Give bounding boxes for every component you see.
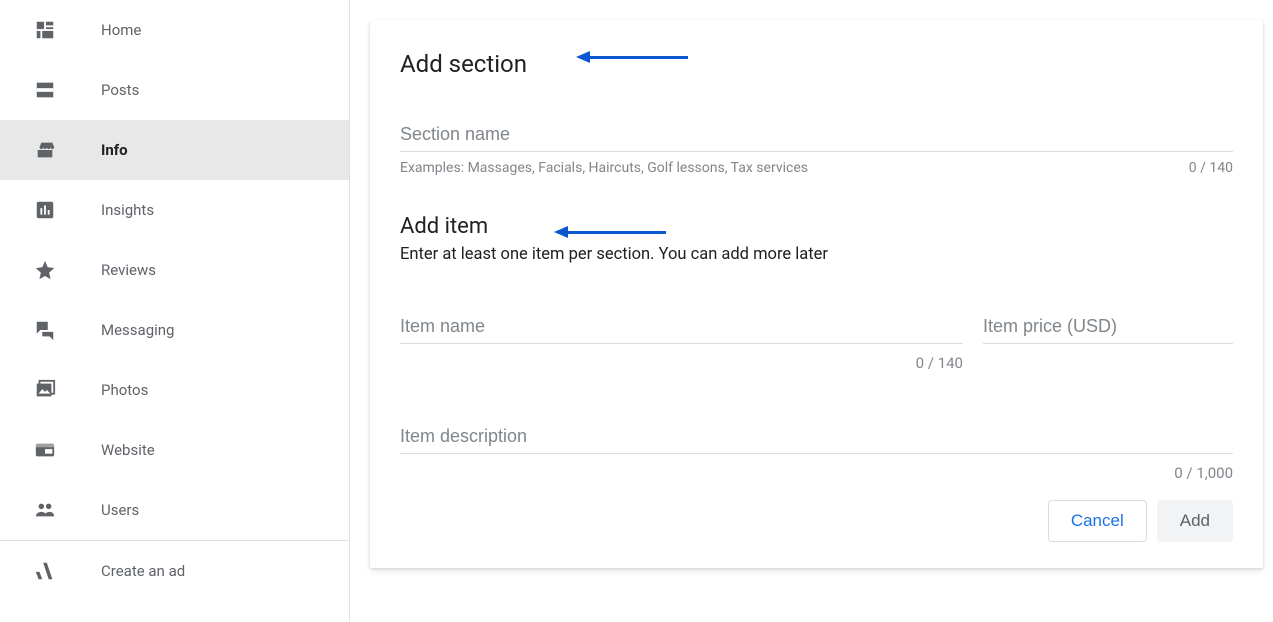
sidebar-item-photos[interactable]: Photos bbox=[0, 360, 349, 420]
sidebar-item-label: Messaging bbox=[101, 321, 174, 339]
dashboard-icon bbox=[33, 18, 57, 42]
sidebar-item-home[interactable]: Home bbox=[0, 0, 349, 60]
sidebar-item-label: Posts bbox=[101, 81, 139, 99]
storefront-icon bbox=[33, 138, 57, 162]
add-button[interactable]: Add bbox=[1157, 500, 1233, 542]
section-name-counter: 0 / 140 bbox=[1189, 160, 1233, 176]
item-description-field bbox=[400, 420, 1233, 454]
sidebar-item-info[interactable]: Info bbox=[0, 120, 349, 180]
add-item-title: Add item bbox=[400, 214, 1233, 239]
item-price-field bbox=[983, 310, 1233, 344]
sidebar-item-users[interactable]: Users bbox=[0, 480, 349, 540]
item-name-input[interactable] bbox=[400, 310, 963, 344]
sidebar-item-label: Users bbox=[101, 501, 139, 519]
section-name-input[interactable] bbox=[400, 118, 1233, 152]
sidebar-item-label: Reviews bbox=[101, 261, 156, 279]
sidebar-item-posts[interactable]: Posts bbox=[0, 60, 349, 120]
ad-icon bbox=[33, 559, 57, 583]
add-section-dialog: Add section Examples: Massages, Facials,… bbox=[370, 20, 1263, 568]
chart-icon bbox=[33, 198, 57, 222]
website-icon bbox=[33, 438, 57, 462]
star-icon bbox=[33, 258, 57, 282]
sidebar-item-insights[interactable]: Insights bbox=[0, 180, 349, 240]
cancel-button[interactable]: Cancel bbox=[1048, 500, 1147, 542]
sidebar-item-create-ad[interactable]: Create an ad bbox=[0, 541, 349, 601]
item-name-field bbox=[400, 310, 963, 344]
section-name-examples: Examples: Massages, Facials, Haircuts, G… bbox=[400, 160, 808, 176]
sidebar-item-label: Photos bbox=[101, 381, 148, 399]
section-name-field bbox=[400, 118, 1233, 152]
sidebar-item-label: Insights bbox=[101, 201, 154, 219]
sidebar-item-label: Create an ad bbox=[101, 562, 185, 580]
sidebar-item-reviews[interactable]: Reviews bbox=[0, 240, 349, 300]
sidebar: Home Posts Info Insights Reviews Messagi… bbox=[0, 0, 350, 622]
posts-icon bbox=[33, 78, 57, 102]
add-item-desc: Enter at least one item per section. You… bbox=[400, 245, 1233, 264]
item-price-input[interactable] bbox=[983, 310, 1233, 344]
sidebar-item-label: Website bbox=[101, 441, 155, 459]
item-description-input[interactable] bbox=[400, 420, 1233, 454]
chat-icon bbox=[33, 318, 57, 342]
item-description-counter: 0 / 1,000 bbox=[400, 464, 1233, 482]
sidebar-item-messaging[interactable]: Messaging bbox=[0, 300, 349, 360]
sidebar-item-website[interactable]: Website bbox=[0, 420, 349, 480]
sidebar-item-label: Info bbox=[101, 141, 128, 159]
users-icon bbox=[33, 498, 57, 522]
sidebar-item-label: Home bbox=[101, 21, 141, 39]
item-name-counter: 0 / 140 bbox=[400, 354, 963, 372]
dialog-title: Add section bbox=[400, 50, 1233, 78]
photo-icon bbox=[33, 378, 57, 402]
